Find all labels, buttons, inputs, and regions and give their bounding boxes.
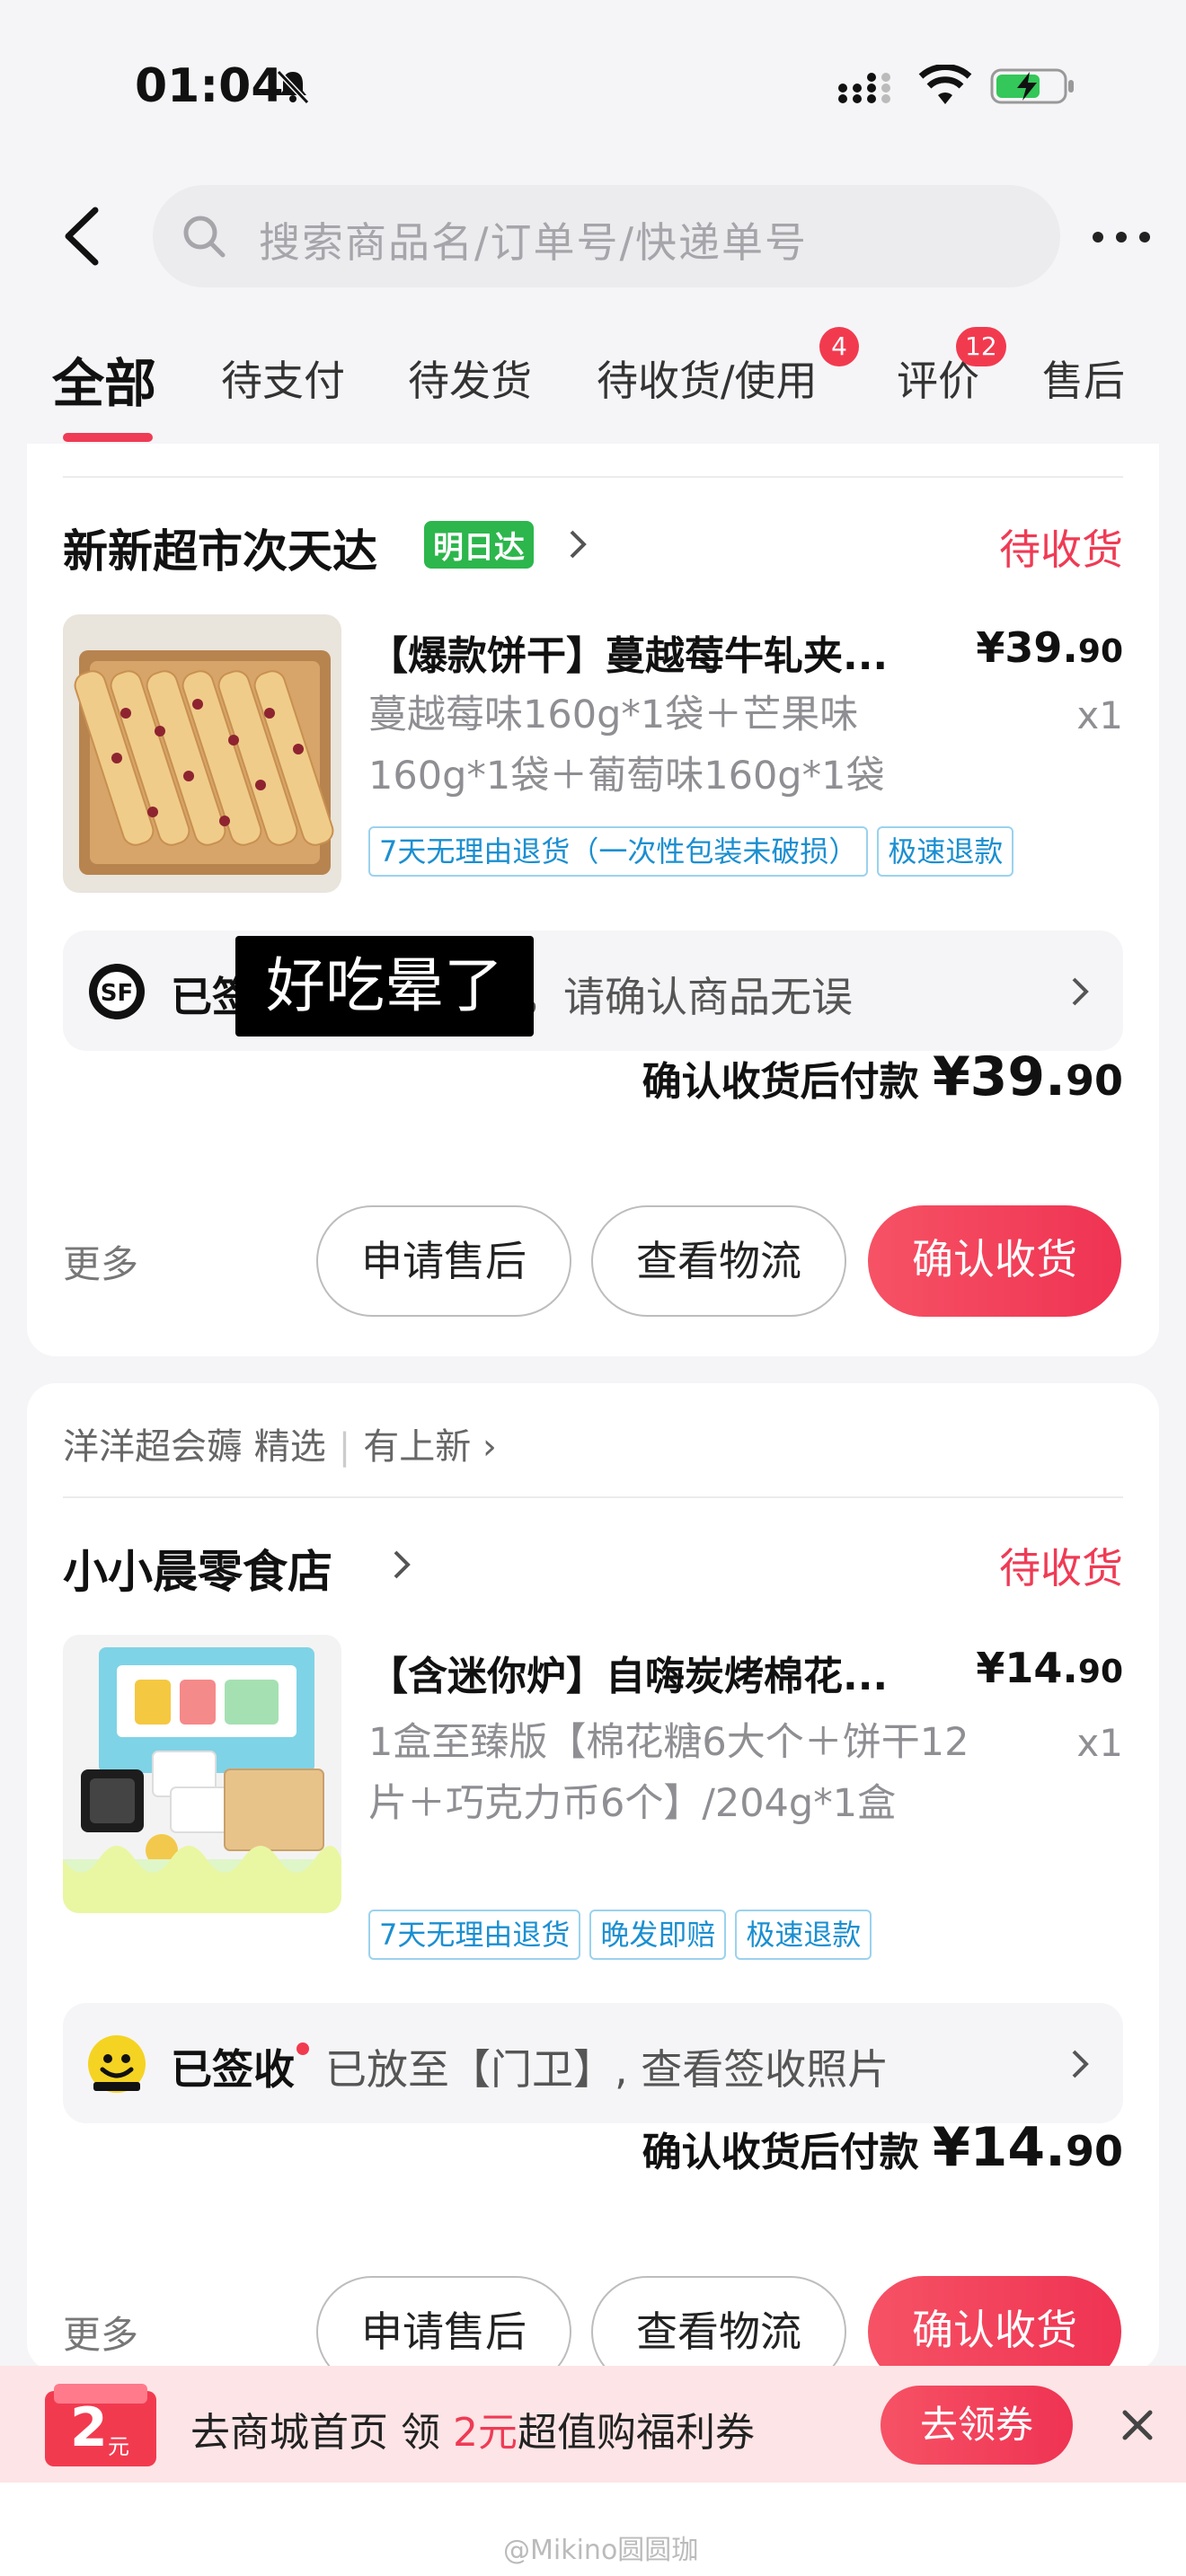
- coupon-amount: 2: [70, 2396, 108, 2459]
- more-link[interactable]: 更多: [63, 1234, 138, 1289]
- product-price: ¥39.90: [976, 623, 1123, 672]
- service-tag: 极速退款: [735, 1910, 872, 1960]
- status-time: 01:04: [135, 59, 284, 113]
- shop-tag: 明日达: [424, 521, 534, 569]
- promo-text-highlight: 2元: [452, 2410, 518, 2456]
- price-integer: ¥39.: [976, 623, 1078, 672]
- price-integer: ¥14.: [976, 1644, 1078, 1692]
- platform-name: 洋洋超会薅 精选: [63, 1426, 326, 1468]
- wifi-icon: [918, 65, 972, 104]
- payment-integer: ¥39.: [932, 1045, 1066, 1108]
- tab-badge-reviews: 12: [956, 327, 1006, 366]
- signal-icon: [838, 73, 890, 103]
- tab-pending-payment[interactable]: 待支付: [221, 348, 345, 408]
- back-arrow-icon[interactable]: [56, 205, 110, 268]
- shop-name[interactable]: 新新超市次天达: [63, 516, 377, 580]
- payment-integer: ¥14.: [932, 2116, 1066, 2179]
- battery-charging-icon: [990, 68, 1074, 104]
- more-options-icon[interactable]: [1089, 219, 1154, 255]
- tab-pending-receipt[interactable]: 待收货/使用: [597, 348, 818, 408]
- close-icon[interactable]: [1120, 2407, 1155, 2443]
- unread-dot: [296, 2042, 309, 2055]
- search-placeholder: 搜索商品名/订单号/快递单号: [259, 218, 808, 267]
- product-image[interactable]: [63, 1635, 341, 1913]
- service-tag: 7天无理由退货: [368, 1910, 581, 1960]
- apply-after-sales-button[interactable]: 申请售后: [316, 1205, 571, 1317]
- watermark: @Mikino圆圆珈: [503, 2535, 699, 2566]
- payment-amount: ¥39.90: [933, 1045, 1123, 1108]
- tab-pending-shipment[interactable]: 待发货: [408, 348, 532, 408]
- search-input[interactable]: 搜索商品名/订单号/快递单号: [153, 185, 1060, 287]
- order-card: 新新超市次天达 明日达 待收货 【爆款饼干】蔓越莓牛轧夹... ¥39.90 蔓…: [27, 444, 1159, 1356]
- promo-text-after: 超值购福利券: [517, 2410, 755, 2456]
- logistics-status: 已签收: [171, 2045, 295, 2094]
- product-spec: 1盒至臻版【棉花糖6大个＋饼干12片＋巧克力币6个】/204g*1盒: [368, 1720, 969, 1826]
- chevron-right-icon[interactable]: [566, 526, 589, 562]
- payment-label: 确认收货后付款: [642, 2130, 919, 2175]
- logistics-bar[interactable]: SF 已签 卫】，请确认商品无误: [63, 931, 1123, 1051]
- view-logistics-button[interactable]: 查看物流: [591, 1205, 846, 1317]
- order-status: 待收货: [999, 1544, 1123, 1592]
- product-spec: 蔓越莓味160g*1袋＋芒果味160g*1袋＋葡萄味160g*1袋: [368, 693, 885, 798]
- tab-after-sales[interactable]: 售后: [1042, 348, 1125, 408]
- service-tag: 7天无理由退货（一次性包装未破损）: [368, 826, 869, 877]
- logistics-detail: 已放至【门卫】, 查看签收照片: [325, 2045, 890, 2094]
- coupon-unit: 元: [108, 2434, 129, 2459]
- logistics-bar[interactable]: 已签收 已放至【门卫】, 查看签收照片: [63, 2003, 1123, 2123]
- claim-coupon-button[interactable]: 去领券: [881, 2386, 1073, 2465]
- chevron-right-icon: [1072, 977, 1089, 1006]
- chevron-right-icon[interactable]: [390, 1547, 413, 1583]
- active-tab-indicator: [63, 433, 153, 442]
- confirm-receipt-button[interactable]: 确认收货: [868, 1205, 1121, 1317]
- product-qty: x1: [1076, 1721, 1123, 1765]
- product-image[interactable]: [63, 614, 341, 893]
- divider: [63, 476, 1123, 478]
- chevron-right-icon: [1072, 2050, 1089, 2078]
- shop-name[interactable]: 小小晨零食店: [63, 1536, 332, 1601]
- status-bar: 01:04: [0, 0, 1186, 171]
- payment-decimal: 90: [1065, 1056, 1123, 1105]
- price-decimal: 90: [1077, 633, 1123, 670]
- tab-badge-pending-receipt: 4: [819, 327, 859, 366]
- service-tags: 7天无理由退货（一次性包装未破损） 极速退款: [368, 826, 1014, 877]
- courier-logo-icon: [88, 2035, 146, 2093]
- order-status: 待收货: [999, 525, 1123, 574]
- payment-decimal: 90: [1065, 2127, 1123, 2175]
- search-icon: [183, 216, 226, 258]
- sf-express-icon: SF: [89, 964, 145, 1019]
- platform-line[interactable]: 洋洋超会薅 精选 | 有上新 ›: [63, 1417, 497, 1469]
- tab-all[interactable]: 全部: [52, 341, 156, 417]
- payment-summary: 确认收货后付款 ¥14.90: [642, 2116, 1123, 2179]
- promo-banner[interactable]: 2 元 去商城首页 领 2元超值购福利券 去领券: [0, 2366, 1186, 2483]
- service-tags: 7天无理由退货 晚发即赔 极速退款: [368, 1910, 872, 1960]
- price-decimal: 90: [1077, 1654, 1123, 1690]
- service-tag: 晚发即赔: [589, 1910, 727, 1960]
- payment-label: 确认收货后付款: [642, 1059, 919, 1105]
- platform-new: 有上新: [363, 1426, 472, 1468]
- overlay-caption: 好吃晕了: [235, 936, 534, 1037]
- order-card: 洋洋超会薅 精选 | 有上新 › 小小晨零食店 待收货 【含迷你炉】自嗨炭烤棉花..…: [27, 1383, 1159, 2387]
- promo-text-before: 去商城首页 领: [190, 2410, 453, 2456]
- divider: [63, 1496, 1123, 1498]
- product-title[interactable]: 【含迷你炉】自嗨炭烤棉花...: [368, 1644, 888, 1701]
- product-qty: x1: [1076, 693, 1123, 737]
- svg-text:SF: SF: [101, 980, 134, 1007]
- product-price: ¥14.90: [976, 1644, 1123, 1692]
- bell-muted-icon: [276, 69, 310, 105]
- payment-summary: 确认收货后付款 ¥39.90: [642, 1045, 1123, 1108]
- more-link[interactable]: 更多: [63, 2305, 138, 2360]
- payment-amount: ¥14.90: [933, 2116, 1123, 2179]
- logistics-text: 已签收 已放至【门卫】, 查看签收照片: [171, 2037, 889, 2096]
- product-title[interactable]: 【爆款饼干】蔓越莓牛轧夹...: [368, 623, 888, 681]
- order-tabs: 全部 待支付 待发货 待收货/使用 4 评价 12 售后: [0, 327, 1186, 444]
- coupon-icon: 2 元: [43, 2384, 158, 2470]
- promo-text: 去商城首页 领 2元超值购福利券: [190, 2400, 755, 2457]
- service-tag: 极速退款: [877, 826, 1014, 877]
